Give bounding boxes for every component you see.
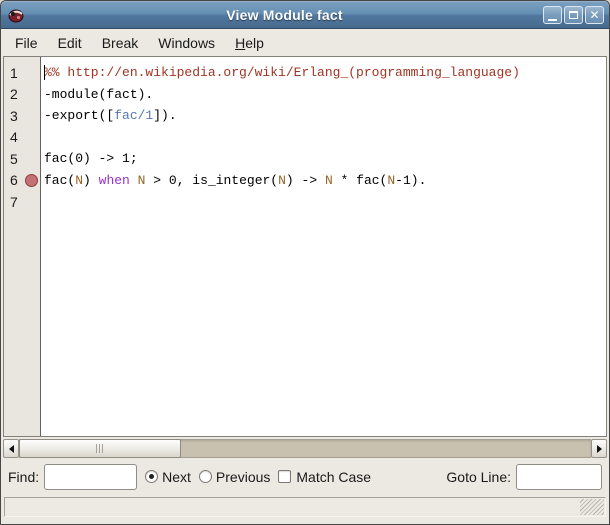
find-previous-label[interactable]: Previous <box>216 469 270 485</box>
line-number: 3 <box>4 108 22 124</box>
scroll-right-button[interactable] <box>591 439 607 458</box>
text-caret <box>44 65 45 80</box>
find-previous-radio[interactable] <box>199 470 212 483</box>
line-number: 1 <box>4 65 22 81</box>
scroll-left-button[interactable] <box>3 439 19 458</box>
close-icon: ✕ <box>589 9 599 21</box>
right-arrow-icon <box>597 445 602 453</box>
code-line <box>44 191 606 213</box>
code-line: fac(N) when N > 0, is_integer(N) -> N * … <box>44 170 606 192</box>
menu-item-file[interactable]: File <box>5 32 48 54</box>
line-number: 2 <box>4 86 22 102</box>
gutter-row[interactable]: 1 <box>4 62 40 84</box>
gutter-row[interactable]: 6 <box>4 170 40 192</box>
match-case-label[interactable]: Match Case <box>296 469 371 485</box>
left-arrow-icon <box>9 445 14 453</box>
line-number: 7 <box>4 194 22 210</box>
maximize-icon <box>569 11 578 19</box>
maximize-button[interactable] <box>564 6 583 24</box>
code-line: %% http://en.wikipedia.org/wiki/Erlang_(… <box>44 62 606 84</box>
code-line: fac(0) -> 1; <box>44 148 606 170</box>
goto-line-input[interactable] <box>516 464 602 490</box>
goto-line-label: Goto Line: <box>446 469 511 485</box>
match-case-checkbox[interactable] <box>278 470 291 483</box>
scrollbar-thumb[interactable] <box>19 439 181 458</box>
gutter-row[interactable]: 7 <box>4 191 40 213</box>
view-module-window: View Module fact ✕ FileEditBreakWindowsH… <box>0 0 610 525</box>
code-line: -export([fac/1]). <box>44 105 606 127</box>
close-button[interactable]: ✕ <box>585 6 604 24</box>
findbar: Find: Next Previous Match Case Goto Line… <box>1 458 609 495</box>
find-next-label[interactable]: Next <box>162 469 191 485</box>
code-line <box>44 127 606 149</box>
grip-icon <box>96 444 104 453</box>
code-editor[interactable]: 1 2 3 4 5 6 7 %% http://en.wikipedia.org/wiki/… <box>3 56 607 437</box>
window-titlebar[interactable]: View Module fact ✕ <box>1 1 609 29</box>
line-number: 4 <box>4 129 22 145</box>
gutter-row[interactable]: 2 <box>4 84 40 106</box>
line-number: 5 <box>4 151 22 167</box>
breakpoint-marker[interactable] <box>25 174 38 187</box>
find-next-radio[interactable] <box>145 470 158 483</box>
gutter-row[interactable]: 4 <box>4 127 40 149</box>
menu-item-break[interactable]: Break <box>92 32 149 54</box>
menu-item-help[interactable]: Help <box>225 32 274 54</box>
app-icon[interactable] <box>6 6 26 24</box>
window-title: View Module fact <box>26 7 543 23</box>
statusbar <box>4 497 606 517</box>
find-label: Find: <box>8 469 39 485</box>
menu-item-windows[interactable]: Windows <box>148 32 225 54</box>
resize-grip-icon[interactable] <box>580 499 604 515</box>
line-number: 6 <box>4 172 22 188</box>
minimize-button[interactable] <box>543 6 562 24</box>
scrollbar-track[interactable] <box>19 439 591 458</box>
horizontal-scrollbar <box>3 439 607 458</box>
find-input[interactable] <box>44 464 137 490</box>
menu-item-edit[interactable]: Edit <box>48 32 92 54</box>
code-line: -module(fact). <box>44 84 606 106</box>
code-lines[interactable]: %% http://en.wikipedia.org/wiki/Erlang_(… <box>41 57 606 436</box>
gutter-row[interactable]: 5 <box>4 148 40 170</box>
minimize-icon <box>548 19 557 21</box>
menubar: FileEditBreakWindowsHelp <box>1 29 609 56</box>
gutter-row[interactable]: 3 <box>4 105 40 127</box>
gutter: 1 2 3 4 5 6 7 <box>4 57 41 436</box>
